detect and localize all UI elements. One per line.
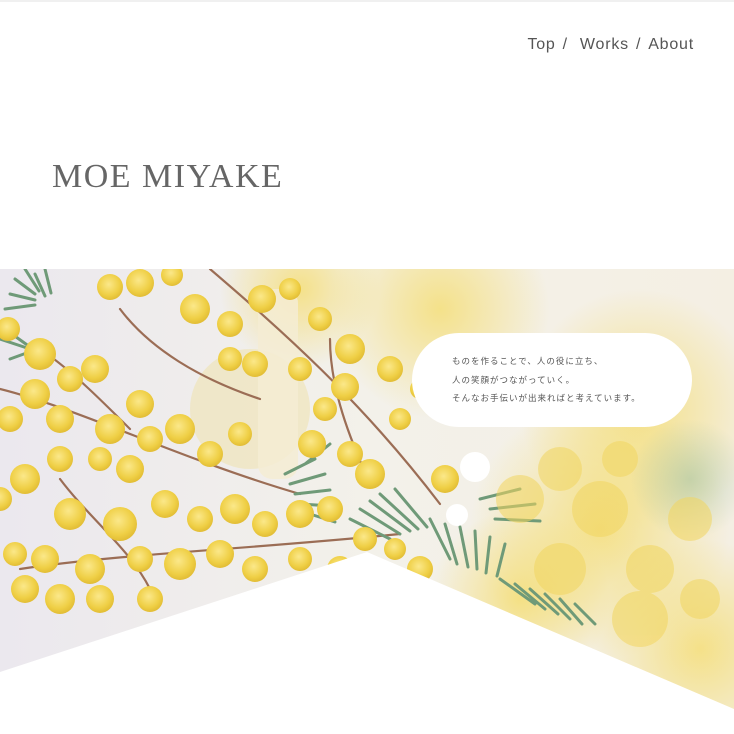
site-title: MOE MIYAKE	[52, 158, 284, 195]
message-line: 人の笑顔がつながっていく。	[452, 375, 576, 386]
nav-link-works[interactable]: Works	[580, 36, 629, 54]
nav-separator: /	[562, 36, 568, 53]
nav-link-about[interactable]: About	[648, 36, 694, 54]
message-line: そんなお手伝いが出来ればと考えています。	[452, 394, 641, 404]
hero-section: ものを作ることで、人の役に立ち、 人の笑顔がつながっていく。 そんなお手伝いが出…	[0, 269, 734, 734]
bubble-tail-dot	[460, 452, 490, 482]
nav-link-top[interactable]: Top	[527, 36, 555, 54]
nav-separator: /	[635, 36, 642, 53]
bubble-tail-dot	[446, 504, 468, 526]
message-line: ものを作ることで、人の役に立ち、	[452, 357, 604, 367]
top-border	[0, 0, 734, 2]
message-bubble: ものを作ることで、人の役に立ち、 人の笑顔がつながっていく。 そんなお手伝いが出…	[412, 333, 692, 427]
global-nav: Top / Works / About	[527, 36, 694, 54]
